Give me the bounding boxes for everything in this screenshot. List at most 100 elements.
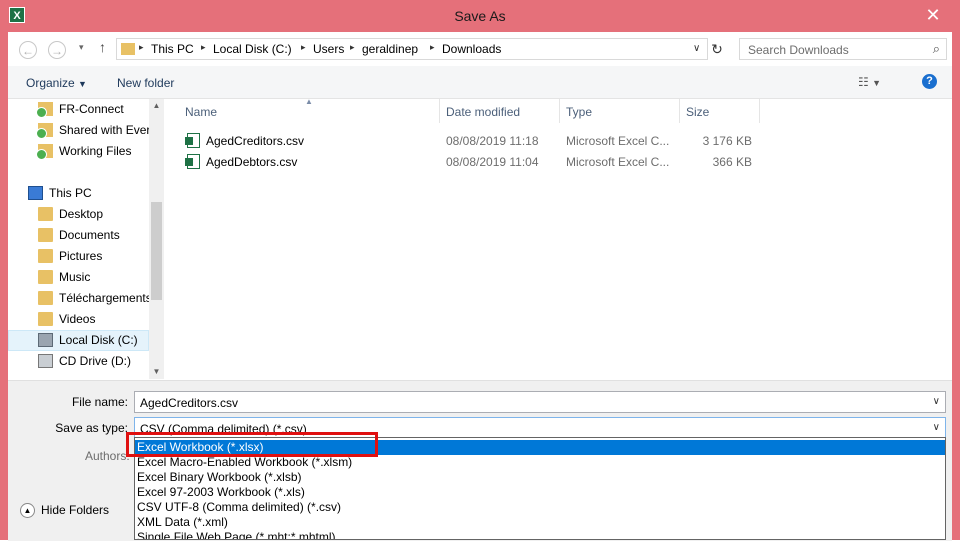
sync-folder-icon — [36, 123, 53, 139]
type-option-mhtml[interactable]: Single File Web Page (*.mht;*.mhtml) — [135, 530, 945, 539]
title-bar: X Save As ✕ — [0, 0, 960, 32]
column-divider[interactable] — [679, 99, 680, 123]
breadcrumb-user[interactable]: geraldinep — [362, 42, 418, 56]
file-row[interactable]: AgedDebtors.csv 08/08/2019 11:04 Microso… — [165, 151, 952, 172]
chevron-down-icon[interactable]: ∨ — [933, 422, 940, 433]
pictures-folder-icon — [38, 249, 53, 263]
sidebar-item-label: Shared with Everyone — [59, 123, 149, 137]
type-option-xls[interactable]: Excel 97-2003 Workbook (*.xls) — [135, 485, 945, 500]
drive-icon — [38, 333, 53, 347]
view-options-icon[interactable]: ☷ ▼ — [858, 75, 881, 89]
chevron-up-icon: ▲ — [20, 503, 35, 519]
sidebar-item-label: Desktop — [59, 207, 104, 221]
breadcrumb-users[interactable]: Users — [313, 42, 344, 56]
back-arrow-icon[interactable]: ← — [19, 41, 37, 59]
documents-folder-icon — [38, 228, 53, 242]
close-icon[interactable]: ✕ — [914, 4, 952, 26]
sidebar-item-music[interactable]: Music — [8, 267, 149, 288]
sidebar-item-label: This PC — [49, 186, 92, 200]
music-folder-icon — [38, 270, 53, 284]
column-header-size[interactable]: Size — [686, 105, 709, 119]
type-option-csv-utf8[interactable]: CSV UTF-8 (Comma delimited) (*.csv) — [135, 500, 945, 515]
window-border-left — [0, 32, 8, 540]
sidebar-item-telechargements[interactable]: Téléchargements — [8, 288, 149, 309]
desktop-folder-icon — [38, 207, 53, 221]
up-arrow-icon[interactable]: ↑ — [99, 39, 106, 55]
file-name-label: File name: — [71, 395, 128, 409]
sidebar-item-label: Music — [59, 270, 91, 284]
breadcrumb-this-pc[interactable]: This PC — [151, 42, 194, 56]
forward-arrow-icon[interactable]: → — [48, 41, 66, 59]
sidebar-item-shared-with-everyone[interactable]: Shared with Everyone — [8, 120, 149, 141]
scrollbar-thumb[interactable] — [151, 202, 162, 300]
sidebar-item-label: Documents — [59, 228, 120, 242]
address-row: ← → ▾ ↑ ▸ This PC ▸ Local Disk (C:) ▸ Us… — [8, 32, 952, 66]
type-option-xlsb[interactable]: Excel Binary Workbook (*.xlsb) — [135, 470, 945, 485]
sidebar-item-desktop[interactable]: Desktop — [8, 204, 149, 225]
sidebar-item-pictures[interactable]: Pictures — [8, 246, 149, 267]
sidebar-item-this-pc[interactable]: This PC — [8, 183, 149, 204]
file-type: Microsoft Excel C... — [566, 155, 670, 169]
scroll-down-icon[interactable]: ▼ — [149, 365, 164, 379]
authors-label: Authors: — [85, 449, 130, 463]
file-name: AgedCreditors.csv — [206, 134, 305, 148]
search-icon: ⌕ — [932, 41, 940, 56]
videos-folder-icon — [38, 312, 53, 326]
breadcrumb-downloads[interactable]: Downloads — [442, 42, 501, 56]
address-dropdown-icon[interactable]: ∨ — [693, 43, 700, 54]
folder-path-icon — [121, 43, 135, 55]
sidebar-item-local-disk[interactable]: Local Disk (C:) — [8, 330, 149, 351]
sidebar-item-cd-drive[interactable]: CD Drive (D:) — [8, 351, 149, 372]
sidebar-item-label: Local Disk (C:) — [59, 333, 138, 347]
sidebar-item-documents[interactable]: Documents — [8, 225, 149, 246]
chevron-down-icon: ▼ — [78, 79, 87, 89]
navigation-scrollbar[interactable]: ▲ ▼ — [149, 99, 164, 379]
type-option-xlsm[interactable]: Excel Macro-Enabled Workbook (*.xlsm) — [135, 455, 945, 470]
sort-ascending-icon: ▲ — [305, 97, 313, 106]
search-placeholder: Search Downloads — [748, 43, 849, 57]
sidebar-item-fr-connect[interactable]: FR-Connect — [8, 99, 149, 120]
sidebar-item-videos[interactable]: Videos — [8, 309, 149, 330]
sync-folder-icon — [36, 102, 53, 118]
column-divider[interactable] — [439, 99, 440, 123]
chevron-down-icon[interactable]: ∨ — [933, 396, 940, 407]
file-date: 08/08/2019 11:18 — [446, 134, 539, 148]
column-header-name[interactable]: Name — [185, 105, 217, 119]
sync-folder-icon — [36, 144, 53, 160]
breadcrumb-separator-icon: ▸ — [430, 42, 435, 52]
search-input[interactable]: Search Downloads ⌕ — [739, 38, 947, 60]
help-icon[interactable]: ? — [922, 74, 937, 89]
downloads-folder-icon — [38, 291, 53, 305]
navigation-pane: FR-Connect Shared with Everyone Working … — [8, 99, 149, 379]
excel-csv-file-icon — [185, 154, 200, 169]
organize-button[interactable]: Organize ▼ — [26, 76, 87, 90]
sidebar-item-label: Videos — [59, 312, 96, 326]
column-header-date[interactable]: Date modified — [446, 105, 520, 119]
address-bar[interactable]: ▸ This PC ▸ Local Disk (C:) ▸ Users ▸ ge… — [116, 38, 708, 60]
hide-folders-label: Hide Folders — [41, 503, 110, 517]
window-title: Save As — [454, 8, 506, 24]
sidebar-item-label: Téléchargements — [59, 291, 149, 305]
save-type-label: Save as type: — [55, 421, 128, 435]
column-divider[interactable] — [559, 99, 560, 123]
file-type: Microsoft Excel C... — [566, 134, 670, 148]
refresh-icon[interactable]: ↻ — [706, 38, 728, 60]
column-header-type[interactable]: Type — [566, 105, 592, 119]
highlight-annotation-box — [126, 432, 378, 457]
hide-folders-button[interactable]: ▲ Hide Folders — [20, 503, 110, 519]
scroll-up-icon[interactable]: ▲ — [149, 99, 164, 113]
file-name-input[interactable]: AgedCreditors.csv ∨ — [134, 391, 946, 413]
breadcrumb-local-disk[interactable]: Local Disk (C:) — [213, 42, 292, 56]
column-divider[interactable] — [759, 99, 760, 123]
file-row[interactable]: AgedCreditors.csv 08/08/2019 11:18 Micro… — [165, 130, 952, 151]
sidebar-item-label: Pictures — [59, 249, 103, 263]
file-size: 366 KB — [712, 155, 752, 169]
organize-label: Organize — [26, 76, 75, 90]
sidebar-item-working-files[interactable]: Working Files — [8, 141, 149, 162]
type-option-xml[interactable]: XML Data (*.xml) — [135, 515, 945, 530]
command-bar: Organize ▼ New folder ☷ ▼ ? — [8, 66, 952, 99]
file-size: 3 176 KB — [702, 134, 752, 148]
recent-locations-chevron-icon[interactable]: ▾ — [79, 42, 84, 53]
breadcrumb-separator-icon: ▸ — [301, 42, 306, 52]
new-folder-button[interactable]: New folder — [117, 76, 174, 90]
